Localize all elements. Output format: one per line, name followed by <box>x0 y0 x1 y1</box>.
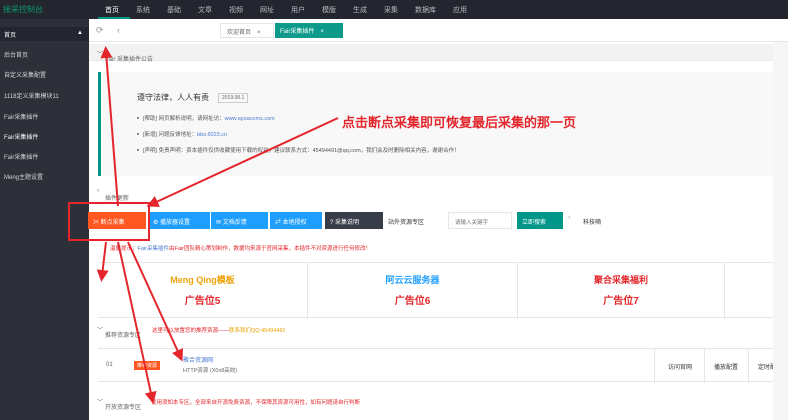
arrow-down-right <box>127 241 183 362</box>
annotation-arrows <box>96 46 339 404</box>
arrow-down-left <box>96 241 109 282</box>
arrow-to-sidebar <box>100 46 119 207</box>
arrow-down-center <box>117 241 157 404</box>
arrow-to-button <box>146 117 339 207</box>
